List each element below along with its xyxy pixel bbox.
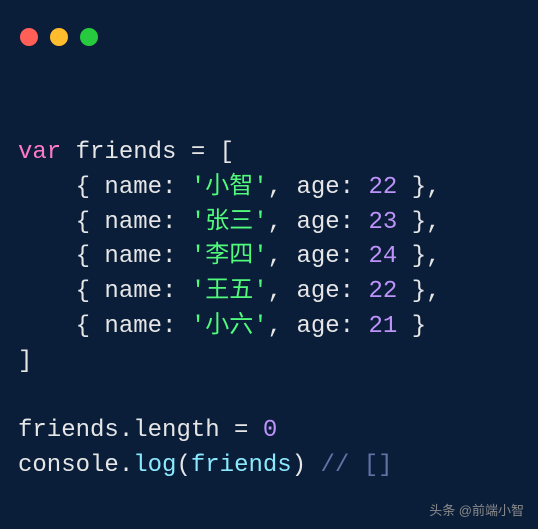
code-block: var friends = [ { name: '小智', age: 22 },… [0, 46, 538, 484]
identifier-console: console [18, 452, 119, 479]
watermark: 头条 @前端小智 [429, 502, 524, 521]
comment: // [] [321, 452, 393, 479]
identifier-friends2: friends [18, 417, 119, 444]
bracket-close: ] [18, 348, 32, 375]
length-assign: .length = [119, 417, 263, 444]
minimize-icon [50, 28, 68, 46]
number-zero: 0 [263, 417, 277, 444]
dot: . [119, 452, 133, 479]
paren-close: ) [292, 452, 321, 479]
fn-log: log [133, 452, 176, 479]
identifier-friends: friends [76, 139, 177, 166]
op-eq: = [191, 139, 205, 166]
arg-friends: friends [191, 452, 292, 479]
keyword-var: var [18, 139, 61, 166]
bracket-open: [ [220, 139, 234, 166]
close-icon [20, 28, 38, 46]
window-controls [0, 0, 538, 46]
maximize-icon [80, 28, 98, 46]
paren-open: ( [176, 452, 190, 479]
array-body: { name: '小智', age: 22 }, { name: '张三', a… [18, 174, 441, 340]
